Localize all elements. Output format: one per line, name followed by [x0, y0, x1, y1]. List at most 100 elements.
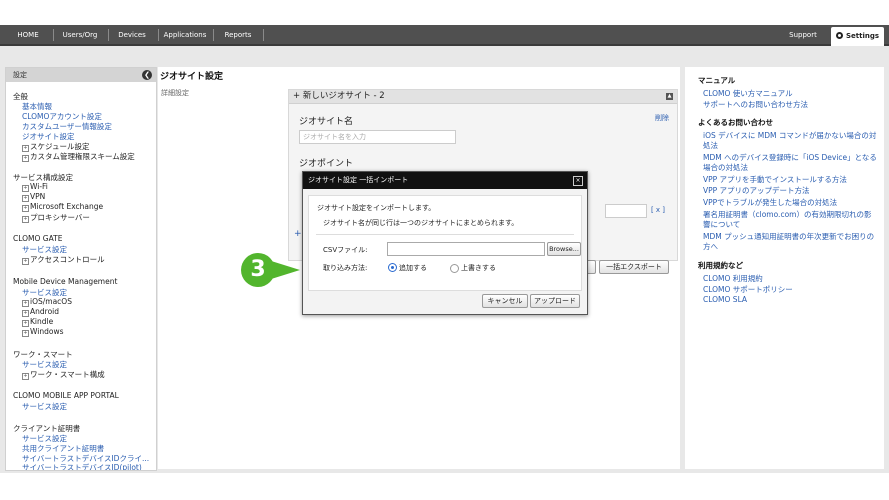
sidebar-header: 設定 ❮ [6, 68, 156, 82]
nav-tab-reports[interactable]: Reports [218, 25, 258, 44]
sidebar-item-label: VPN [30, 192, 46, 201]
sidebar-item-label: Microsoft Exchange [30, 202, 104, 211]
add-geosite-link[interactable]: + [294, 229, 302, 239]
expand-icon: + [22, 310, 29, 317]
faq-link-cont[interactable]: 響について [703, 219, 740, 230]
nav-tab-users-org[interactable]: Users/Org [57, 25, 103, 44]
close-icon[interactable]: × [573, 176, 583, 186]
sidebar-item-app-portal-service[interactable]: サービス設定 [22, 401, 67, 412]
sidebar-item-ios-macos[interactable]: + iOS/macOS [22, 297, 72, 307]
sidebar-section-clomo-gate: CLOMO GATE [13, 234, 63, 243]
sidebar-item-proxy[interactable]: + プロキシサーバー [22, 212, 90, 223]
expand-icon: + [22, 320, 29, 327]
nav-separator [158, 29, 159, 41]
sidebar-item-label: Wi-Fi [30, 182, 48, 191]
dialog-body: ジオサイト設定をインポートします。 ジオサイト名が同じ行は一つのジオサイトにまと… [308, 195, 582, 291]
sidebar-item-windows[interactable]: + Windows [22, 327, 63, 337]
sidebar-item-vpn[interactable]: + VPN [22, 192, 45, 202]
terms-link[interactable]: CLOMO サポートポリシー [703, 284, 793, 295]
upload-button[interactable]: アップロード [530, 294, 580, 308]
nav-tab-applications[interactable]: Applications [162, 25, 208, 44]
site-name-label: ジオサイト名 [299, 117, 354, 127]
sidebar-item-cybertrust-device-id-pilot[interactable]: サイバートラストデバイスID(pilot) [22, 462, 142, 470]
terms-link[interactable]: CLOMO 利用規約 [703, 273, 763, 284]
expand-icon: + [22, 258, 29, 265]
terms-heading: 利用規約など [698, 261, 743, 270]
sidebar-item-label: ワーク・スマート構成 [30, 370, 105, 379]
faq-heading: よくあるお問い合わせ [698, 118, 773, 127]
radio-add[interactable] [388, 263, 397, 272]
csv-file-input[interactable] [387, 242, 545, 256]
import-method-label: 取り込み方法: [323, 264, 368, 272]
sidebar-item-label: Windows [30, 327, 64, 336]
sidebar-title: 設定 [13, 71, 27, 79]
sidebar-item-label: Android [30, 307, 59, 316]
sidebar-item-label: カスタム管理権限スキーム設定 [30, 152, 135, 161]
expand-icon: + [22, 185, 29, 192]
radio-add-label[interactable]: 追加する [399, 263, 427, 273]
csv-file-label: CSVファイル: [323, 246, 368, 254]
remove-geopoint-link[interactable]: [ x ] [651, 206, 665, 214]
help-column: マニュアル CLOMO 使い方マニュアル サポートへのお問い合わせ方法 よくある… [685, 67, 884, 469]
dialog-note: ジオサイト名が同じ行は一つのジオサイトにまとめられます。 [323, 219, 519, 227]
expand-icon: + [22, 155, 29, 162]
settings-label: Settings [845, 32, 880, 40]
sidebar-item-exchange[interactable]: + Microsoft Exchange [22, 202, 103, 212]
faq-link[interactable]: VPPでトラブルが発生した場合の対処法 [703, 197, 837, 208]
cancel-button[interactable]: キャンセル [482, 294, 528, 308]
manual-heading: マニュアル [698, 76, 736, 85]
geopoint-label: ジオポイント [299, 159, 354, 169]
delete-link[interactable]: 削除 [655, 113, 669, 123]
faq-link-cont[interactable]: 場合の対処法 [703, 162, 748, 173]
nav-tab-home[interactable]: HOME [8, 25, 48, 44]
nav-tab-devices[interactable]: Devices [112, 25, 152, 44]
nav-tab-settings[interactable]: Settings [831, 27, 884, 46]
expand-icon: + [22, 330, 29, 337]
expand-icon: + [22, 195, 29, 202]
sidebar-item-work-smart-config[interactable]: + ワーク・スマート構成 [22, 369, 105, 380]
bulk-export-button[interactable]: 一括エクスポート [599, 260, 669, 274]
detail-settings-label: 詳細設定 [161, 89, 189, 97]
collapse-sidebar-icon[interactable]: ❮ [142, 70, 152, 80]
terms-link[interactable]: CLOMO SLA [703, 295, 747, 304]
nav-separator [53, 29, 54, 41]
manual-link[interactable]: CLOMO 使い方マニュアル [703, 88, 793, 99]
nav-separator [213, 29, 214, 41]
site-name-input[interactable]: ジオサイト名を入力 [299, 130, 456, 144]
geosite-panel-header: + 新しいジオサイト - 2 ▲ [289, 90, 677, 104]
sidebar-item-kindle[interactable]: + Kindle [22, 317, 53, 327]
dialog-description: ジオサイト設定をインポートします。 [317, 204, 436, 212]
collapse-panel-icon[interactable]: ▲ [666, 93, 673, 100]
manual-link[interactable]: サポートへのお問い合わせ方法 [703, 99, 808, 110]
sidebar-item-android[interactable]: + Android [22, 307, 59, 317]
step-number-badge: 3 [241, 253, 275, 287]
expand-icon: + [22, 216, 29, 223]
dialog-title: ジオサイト設定 一括インポート × [303, 172, 587, 189]
page-title: ジオサイト設定 [160, 72, 224, 82]
faq-link-cont[interactable]: 処法 [703, 140, 718, 151]
faq-link[interactable]: MDM プッシュ通知用証明書の年次更新でお困りの [703, 231, 874, 242]
expand-icon: + [22, 373, 29, 380]
sidebar-section-mdm: Mobile Device Management [13, 277, 118, 286]
geosite-panel-title: + 新しいジオサイト - 2 [293, 91, 385, 101]
top-navigation-bar: HOME Users/Org Devices Applications Repo… [0, 25, 889, 46]
sidebar-item-custom-admin-scheme[interactable]: + カスタム管理権限スキーム設定 [22, 151, 135, 162]
geopoint-input[interactable] [605, 204, 647, 218]
faq-link[interactable]: VPP アプリを手動でインストールする方法 [703, 174, 847, 185]
faq-link[interactable]: iOS デバイスに MDM コマンドが届かない場合の対 [703, 130, 876, 141]
dialog-title-text: ジオサイト設定 一括インポート [308, 176, 409, 184]
nav-support-link[interactable]: Support [783, 25, 823, 44]
radio-overwrite[interactable] [450, 264, 459, 273]
sidebar-item-access-control[interactable]: + アクセスコントロール [22, 254, 105, 265]
radio-overwrite-label[interactable]: 上書きする [461, 263, 496, 273]
expand-icon: + [22, 205, 29, 212]
sidebar-item-wifi[interactable]: + Wi-Fi [22, 182, 48, 192]
import-dialog: ジオサイト設定 一括インポート × ジオサイト設定をインポートします。 ジオサイ… [302, 171, 588, 315]
browse-button[interactable]: Browse... [547, 242, 581, 256]
sidebar-item-label: アクセスコントロール [30, 255, 105, 264]
nav-separator [263, 29, 264, 41]
faq-link[interactable]: VPP アプリのアップデート方法 [703, 185, 810, 196]
faq-link-cont[interactable]: 方へ [703, 241, 718, 252]
sidebar-item-label: iOS/macOS [30, 297, 72, 306]
gear-icon [835, 32, 843, 39]
